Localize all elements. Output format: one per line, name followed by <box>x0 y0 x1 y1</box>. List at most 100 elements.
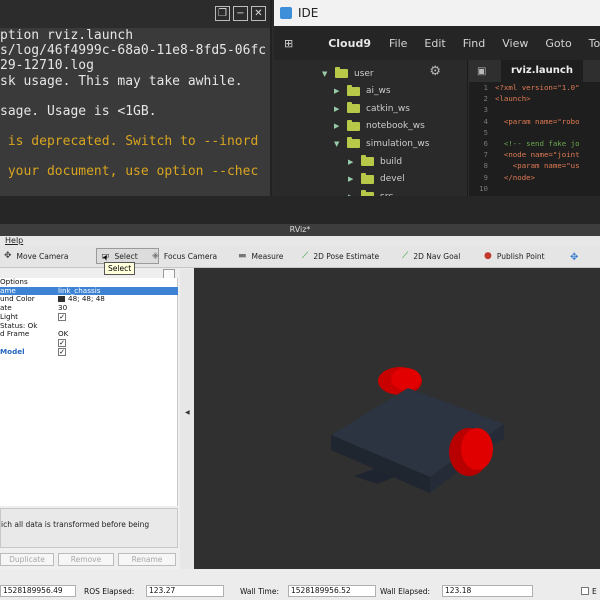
line-number: 8 <box>483 161 488 171</box>
tree-item-label: user <box>354 68 374 79</box>
tool-label: Focus Camera <box>163 251 218 261</box>
property-name: Model <box>0 346 25 356</box>
tool-label: Move Camera <box>16 251 69 261</box>
caret-right-icon[interactable]: ▶ <box>334 87 342 95</box>
property-row[interactable]: ate 30 <box>0 303 178 313</box>
folder-icon <box>347 84 360 96</box>
code-line[interactable]: 2 <launch> <box>469 93 600 104</box>
menu-edit[interactable]: Edit <box>424 37 445 50</box>
code-line[interactable]: 5 <box>469 127 600 138</box>
caret-down-icon[interactable]: ▼ <box>334 140 342 148</box>
caret-right-icon[interactable]: ▶ <box>348 158 356 166</box>
code-line[interactable]: 1 <?xml version="1.0" <box>469 82 600 93</box>
line-number: 2 <box>483 94 488 104</box>
color-swatch[interactable] <box>58 296 65 303</box>
code-line[interactable]: 10 <box>469 183 600 194</box>
ros-elapsed-field: 123.27 <box>146 585 224 597</box>
menu-tools[interactable]: Tools <box>589 37 600 50</box>
tool-measure[interactable]: ▬ Measure <box>238 248 283 264</box>
menu-find[interactable]: Find <box>463 37 486 50</box>
tool-label: 2D Pose Estimate <box>313 251 380 261</box>
code-line[interactable]: 7 <node name="joint <box>469 149 600 160</box>
tool-2d-pose-estimate[interactable]: ⟋ 2D Pose Estimate <box>302 248 379 264</box>
code-line[interactable]: 6 <!-- send fake jo <box>469 138 600 149</box>
folder-icon <box>335 67 348 78</box>
3d-viewport[interactable] <box>194 268 600 569</box>
restore-icon[interactable]: ❐ <box>215 6 230 21</box>
tree-item-label: ai_ws <box>366 86 391 97</box>
duplicate-button[interactable]: Duplicate <box>0 553 54 566</box>
close-icon[interactable]: ✕ <box>251 6 266 21</box>
caret-right-icon[interactable]: ▶ <box>348 175 356 183</box>
tree-item-build[interactable]: ▶ build <box>348 153 402 170</box>
code-line[interactable]: 8 <param name="us <box>469 160 600 171</box>
terminal-titlebar[interactable]: ❐ − ✕ <box>0 0 270 28</box>
tool-2d-nav-goal[interactable]: ⟋ 2D Nav Goal <box>402 248 460 264</box>
file-tree[interactable]: ⚙ ▼ user ▶ ai_ws ▶ catkin_ws ▶ notebook_ws ▼ simu… <box>274 60 468 202</box>
caret-right-icon[interactable]: ▶ <box>334 105 342 113</box>
property-name: d Frame <box>0 329 30 339</box>
code-line[interactable]: 3 <box>469 104 600 115</box>
tree-item-devel[interactable]: ▶ devel <box>348 171 405 188</box>
remove-button[interactable]: Remove <box>58 553 114 566</box>
collapse-left-icon[interactable]: ◀ <box>185 409 190 416</box>
panel-splitter[interactable]: ◀ <box>180 269 194 569</box>
menu-help[interactable]: Help <box>5 236 23 245</box>
ide-titlebar[interactable]: IDE <box>274 0 600 26</box>
menu-view[interactable]: View <box>502 37 528 50</box>
tree-item-simulation_ws[interactable]: ▼ simulation_ws <box>334 135 429 152</box>
terminal-line: sk usage. This may take awhile. <box>0 73 243 89</box>
code-line[interactable]: 9 </node> <box>469 172 600 183</box>
checkbox[interactable]: ✓ <box>58 347 66 356</box>
code-line[interactable]: 4 <param name="robo <box>469 116 600 127</box>
folder-icon <box>347 137 360 149</box>
tab-menu-icon[interactable]: ▣ <box>477 66 491 77</box>
time-statusbar: 1528189956.49 ROS Elapsed: 123.27 Wall T… <box>0 582 600 600</box>
tree-item-catkin_ws[interactable]: ▶ catkin_ws <box>334 100 410 117</box>
property-row[interactable]: Model ✓ <box>0 346 178 357</box>
experimental-checkbox[interactable] <box>581 587 589 595</box>
property-description: ich all data is transformed before being <box>0 508 178 548</box>
line-number: 7 <box>483 150 488 160</box>
terminal-output[interactable]: ption rviz.launch s/log/46f4999c-68a0-11e… <box>0 28 270 209</box>
menu-file[interactable]: File <box>389 37 407 50</box>
tab-rviz-launch[interactable]: rviz.launch <box>501 60 583 82</box>
property-row[interactable]: d Frame OK <box>0 330 178 339</box>
checkbox[interactable]: ✓ <box>58 338 66 347</box>
tool-move-camera[interactable]: ✥ Move Camera <box>4 248 68 264</box>
code-body[interactable]: 1 <?xml version="1.0" 2 <launch> 3 4 <param n… <box>469 82 600 194</box>
code-editor[interactable]: ▣ rviz.launch 1 <?xml version="1.0" 2 <laun… <box>469 60 600 196</box>
caret-down-icon[interactable]: ▼ <box>322 70 330 78</box>
tree-item-user[interactable]: ▼ user <box>322 65 374 82</box>
caret-right-icon[interactable]: ▶ <box>334 122 342 130</box>
tree-item-ai_ws[interactable]: ▶ ai_ws <box>334 83 391 100</box>
line-number: 1 <box>483 83 488 92</box>
rviz-window[interactable]: RViz* Help ✥ ✥ Move Camera ▭ Select ◈ Focus C… <box>0 224 600 600</box>
line-number: 4 <box>483 116 488 126</box>
property-row[interactable]: ✓ <box>0 338 178 348</box>
rename-button[interactable]: Rename <box>118 553 176 566</box>
tool-publish-point[interactable]: ● Publish Point <box>484 248 545 264</box>
minimize-icon[interactable]: − <box>233 6 248 21</box>
focus-camera-icon: ◈ <box>152 251 159 261</box>
ide-window[interactable]: IDE ⊞Cloud9FileEditFindViewGotoToolsWind… <box>274 0 600 202</box>
gear-icon[interactable]: ⚙ <box>429 64 441 79</box>
checkbox[interactable]: ✓ <box>58 312 66 321</box>
plus-icon[interactable]: ✥ <box>570 249 578 265</box>
rviz-titlebar[interactable]: RViz* <box>0 224 600 236</box>
line-number: 10 <box>479 183 488 193</box>
tree-item-notebook_ws[interactable]: ▶ notebook_ws <box>334 118 425 135</box>
menu-goto[interactable]: Goto <box>545 37 571 50</box>
property-row[interactable]: und Color 48; 48; 48 <box>0 295 178 304</box>
terminal-line: your document, use option --chec <box>0 164 259 180</box>
terminal-window[interactable]: ❐ − ✕ ption rviz.launch s/log/46f4999c-68… <box>0 0 272 196</box>
3d-scene[interactable] <box>194 268 600 569</box>
ide-title: IDE <box>298 6 319 20</box>
tree-item-label: devel <box>380 174 405 185</box>
menu-cloud9[interactable]: Cloud9 <box>328 37 371 50</box>
properties-tree[interactable]: Options ame link_chassis und Color 48; 48; 4… <box>0 277 178 506</box>
tool-focus-camera[interactable]: ◈ Focus Camera <box>152 248 217 264</box>
ide-menu-icon[interactable]: ⊞ <box>284 37 293 50</box>
